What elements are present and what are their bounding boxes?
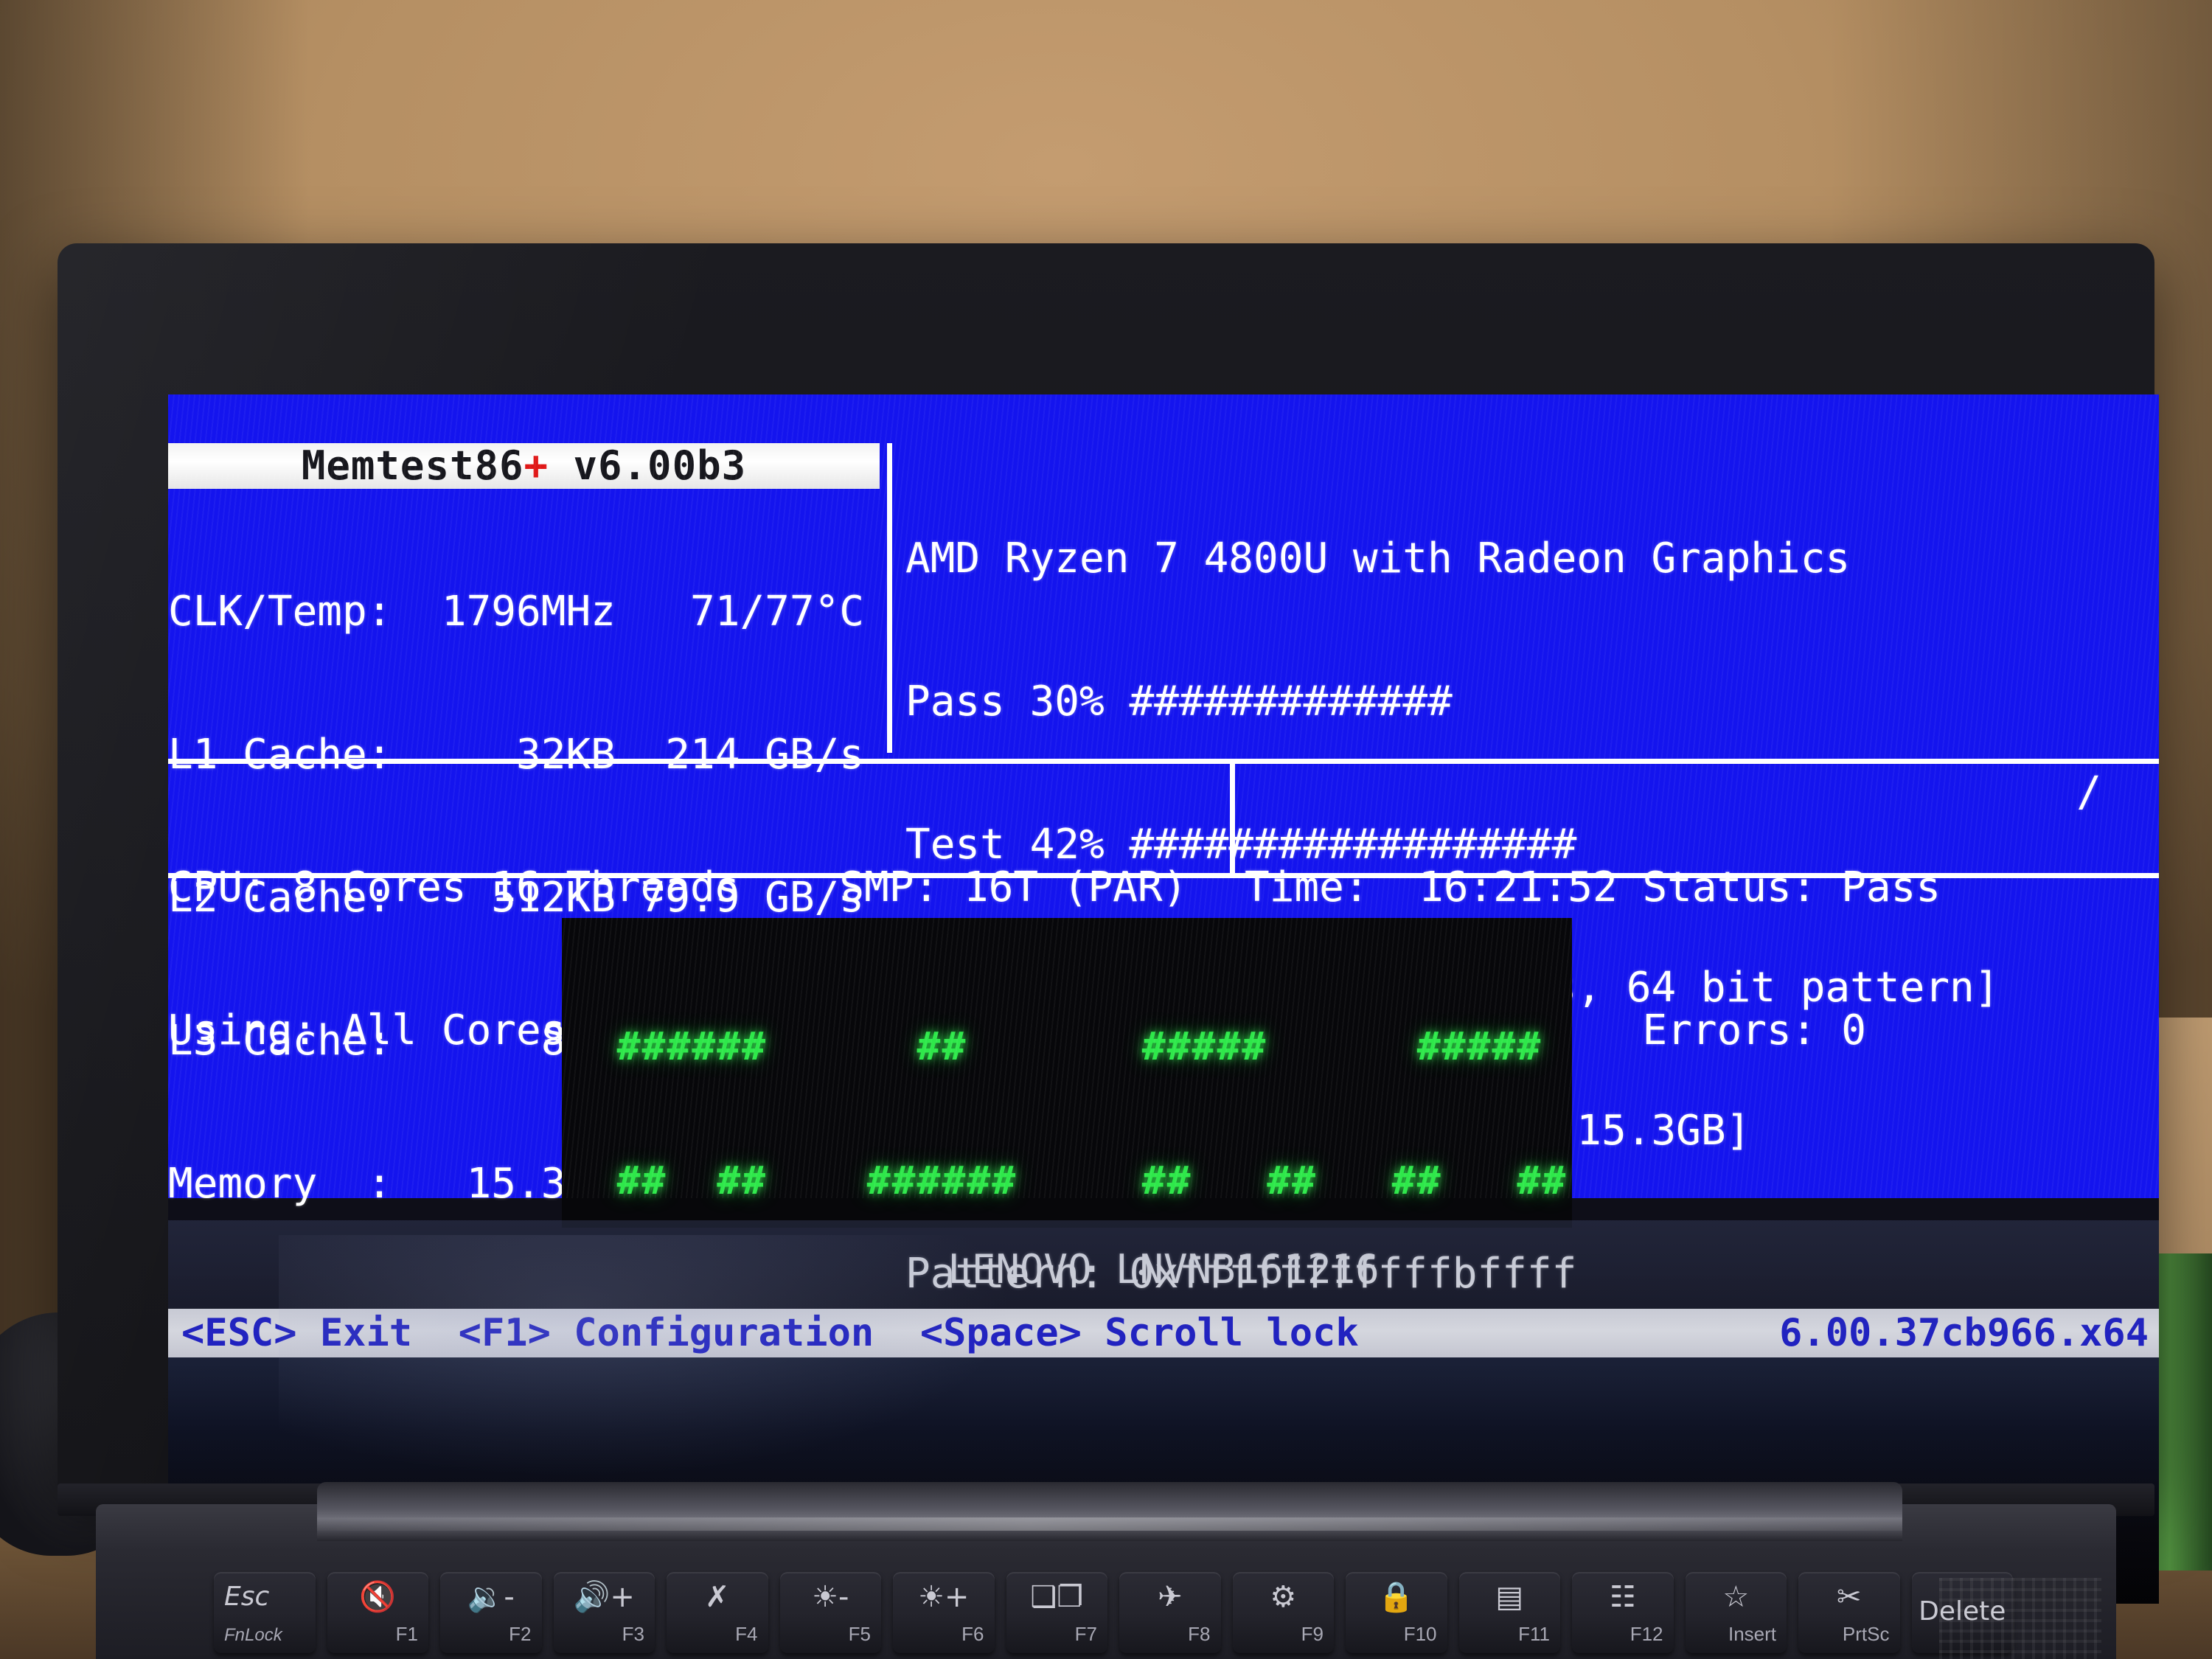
mic-mute-icon: ✗ bbox=[704, 1580, 730, 1614]
key-f9-settings[interactable]: ⚙ F9 bbox=[1232, 1572, 1334, 1653]
time-label: Time: bbox=[1245, 863, 1419, 911]
activity-spinner-icon: / bbox=[2076, 768, 2101, 816]
key-f4-label: F4 bbox=[735, 1623, 758, 1645]
key-f4-mic-mute[interactable]: ✗ F4 bbox=[667, 1572, 768, 1653]
status-divider-vertical bbox=[1230, 764, 1235, 873]
key-f10-label: F10 bbox=[1403, 1623, 1437, 1645]
laptop-screen: Memtest86 + v6.00b3 CLK/Temp: 1796MHz 71/… bbox=[168, 394, 2159, 1604]
key-f6-brightness-up[interactable]: ☀+ F6 bbox=[893, 1572, 995, 1653]
laptop-lid: Memtest86 + v6.00b3 CLK/Temp: 1796MHz 71/… bbox=[58, 243, 2159, 1604]
volume-down-icon: 🔉- bbox=[467, 1580, 515, 1614]
pass-progress-label: Pass bbox=[905, 678, 1030, 726]
cpu-name-row: AMD Ryzen 7 4800U with Radeon Graphics bbox=[905, 535, 1851, 582]
pass-progress-row: Pass 30% ############# bbox=[905, 678, 2159, 726]
clk-temp-label: CLK/Temp: bbox=[168, 588, 417, 636]
cpu-cores-row: CPU: 8 Cores 16 Threads SMP: 16T (PAR) bbox=[168, 863, 1222, 912]
status-badge: Pass bbox=[1841, 863, 1941, 911]
clk-temp-value: 1796MHz bbox=[417, 588, 616, 636]
speaker-grille bbox=[1939, 1578, 2101, 1659]
calculator-icon: ☷ bbox=[1609, 1580, 1636, 1614]
key-f8-label: F8 bbox=[1188, 1623, 1211, 1645]
cpu-cores-label: CPU: 8 Cores 16 Threads bbox=[168, 863, 740, 911]
gear-icon: ⚙ bbox=[1270, 1580, 1297, 1614]
app-title-plus: + bbox=[524, 442, 549, 489]
errors-value: 0 bbox=[1841, 1006, 1866, 1054]
key-f5-brightness-down[interactable]: ☀- F5 bbox=[779, 1572, 881, 1653]
smp-label: SMP: 16T (PAR) bbox=[740, 863, 1188, 911]
key-f10-lock[interactable]: 🔒 F10 bbox=[1346, 1572, 1447, 1653]
pass-progress-bar: ############# bbox=[1104, 678, 1453, 726]
key-prtsc-label: PrtSc bbox=[1842, 1623, 1890, 1645]
key-f11-label: F11 bbox=[1518, 1623, 1550, 1645]
key-f11-taskview[interactable]: ▤ F11 bbox=[1458, 1572, 1560, 1653]
keyboard-function-row[interactable]: Esc FnLock 🔇 F1 🔉- F2 🔊+ F3 ✗ F4 ☀- F5 ☀… bbox=[214, 1572, 2013, 1659]
laptop-base-lip bbox=[317, 1482, 1902, 1541]
pass-banner: ###### ## ##### ##### ## ## ###### ## ##… bbox=[562, 918, 1572, 1228]
base-highlight bbox=[317, 1517, 1902, 1531]
motherboard-name: LENOVO LNVNB161216 bbox=[947, 1246, 1380, 1293]
key-f2-label: F2 bbox=[509, 1623, 532, 1645]
key-escape-label: FnLock bbox=[224, 1625, 282, 1645]
escape-icon: Esc bbox=[224, 1582, 270, 1612]
display-switch-icon: ❑❐ bbox=[1030, 1580, 1084, 1614]
status-divider-top bbox=[168, 759, 2159, 764]
key-insert[interactable]: ☆ Insert bbox=[1685, 1572, 1787, 1653]
app-title-bar: Memtest86 + v6.00b3 bbox=[168, 442, 880, 489]
time-value: 16:21:52 bbox=[1419, 863, 1618, 911]
footer-version: 6.00.37cb966.x64 bbox=[1779, 1311, 2149, 1355]
brightness-down-icon: ☀- bbox=[812, 1580, 849, 1614]
pass-art-line: ## ## ###### ## ## ## ## bbox=[566, 1158, 1568, 1203]
key-f7-display-switch[interactable]: ❑❐ F7 bbox=[1006, 1572, 1107, 1653]
airplane-icon: ✈ bbox=[1157, 1580, 1183, 1614]
key-f5-label: F5 bbox=[848, 1623, 871, 1645]
app-title-version: v6.00b3 bbox=[549, 442, 747, 489]
key-f1-label: F1 bbox=[395, 1623, 418, 1645]
key-f3-label: F3 bbox=[622, 1623, 644, 1645]
mute-icon: 🔇 bbox=[359, 1580, 397, 1614]
star-icon: ☆ bbox=[1722, 1580, 1750, 1614]
brightness-up-icon: ☀+ bbox=[918, 1580, 970, 1614]
app-title-main: Memtest86 bbox=[301, 442, 524, 489]
pass-progress-percent: 30% bbox=[1029, 678, 1105, 726]
key-insert-label: Insert bbox=[1728, 1623, 1776, 1645]
lock-icon: 🔒 bbox=[1377, 1580, 1415, 1614]
clk-temp-row: CLK/Temp: 1796MHz 71/77°C bbox=[168, 588, 880, 636]
key-print-screen[interactable]: ✂ PrtSc bbox=[1798, 1572, 1900, 1653]
key-escape[interactable]: Esc FnLock bbox=[214, 1572, 316, 1653]
key-f9-label: F9 bbox=[1301, 1623, 1324, 1645]
taskview-icon: ▤ bbox=[1495, 1580, 1524, 1614]
key-f3-volume-up[interactable]: 🔊+ F3 bbox=[553, 1572, 655, 1653]
memory-label: Memory : bbox=[168, 1160, 417, 1208]
key-f2-volume-down[interactable]: 🔉- F2 bbox=[440, 1572, 542, 1653]
time-status-row: Time: 16:21:52 Status: Pass bbox=[1245, 863, 2159, 912]
footer-key-hints[interactable]: <ESC> Exit <F1> Configuration <Space> Sc… bbox=[168, 1309, 1359, 1357]
volume-up-icon: 🔊+ bbox=[573, 1580, 635, 1614]
footer-shortcut-bar: <ESC> Exit <F1> Configuration <Space> Sc… bbox=[168, 1309, 2159, 1357]
key-f8-airplane-mode[interactable]: ✈ F8 bbox=[1119, 1572, 1221, 1653]
key-f1-mute[interactable]: 🔇 F1 bbox=[327, 1572, 428, 1653]
memtest-console: Memtest86 + v6.00b3 CLK/Temp: 1796MHz 71/… bbox=[168, 394, 2159, 1357]
status-label: Status: bbox=[1617, 863, 1842, 911]
clk-temp-extra: 71/77°C bbox=[615, 588, 865, 636]
key-f12-calculator[interactable]: ☷ F12 bbox=[1572, 1572, 1674, 1653]
pass-art-line: ###### ## ##### ##### bbox=[566, 1024, 1568, 1069]
snip-icon: ✂ bbox=[1836, 1580, 1862, 1614]
key-f12-label: F12 bbox=[1630, 1623, 1663, 1645]
key-f6-label: F6 bbox=[961, 1623, 984, 1645]
panel-divider-vertical bbox=[887, 443, 892, 753]
key-f7-label: F7 bbox=[1074, 1623, 1097, 1645]
